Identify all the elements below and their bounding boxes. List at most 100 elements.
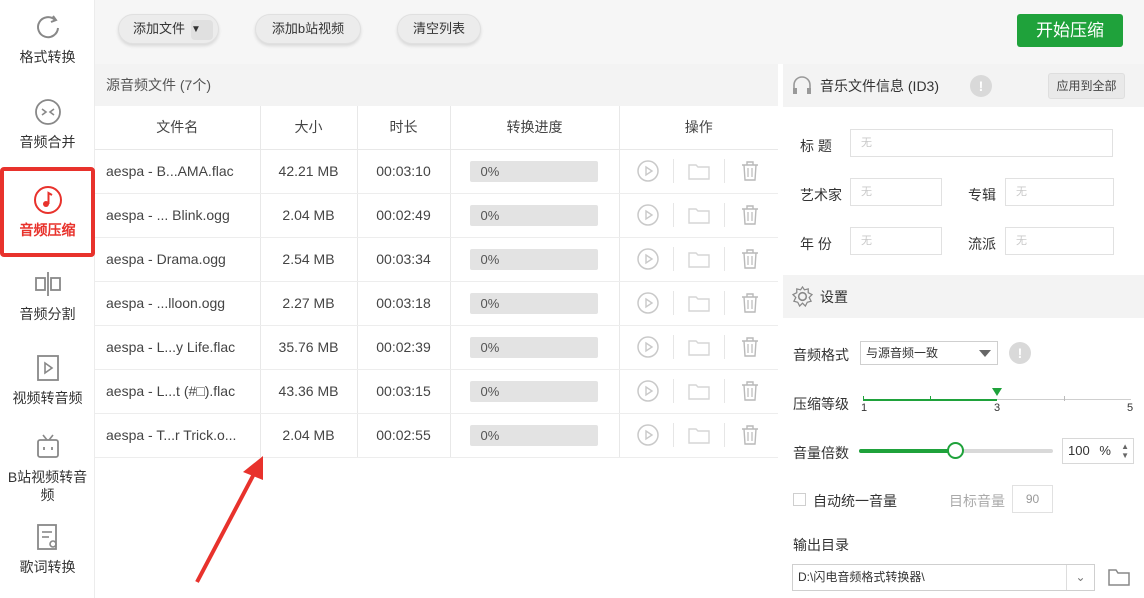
level-min-label: 1: [861, 402, 868, 414]
actions-cell: [619, 413, 778, 458]
chevron-down-icon[interactable]: ▼: [191, 19, 214, 40]
year-field[interactable]: 无: [850, 227, 942, 255]
file-name-cell: aespa - L...t (#□).flac: [95, 369, 261, 414]
file-duration-cell: 00:02:55: [357, 413, 451, 458]
file-size-cell: 43.36 MB: [260, 369, 358, 414]
progress-bar: 0%: [469, 248, 598, 270]
table-row[interactable]: aespa - L...y Life.flac 35.76 MB 00:02:3…: [95, 325, 778, 370]
output-dir-value: D:\闪电音频格式转换器\: [798, 570, 925, 584]
album-field[interactable]: 无: [1005, 178, 1114, 206]
table-row[interactable]: aespa - B...AMA.flac 42.21 MB 00:03:10 0…: [95, 149, 778, 194]
split-icon: [34, 272, 61, 296]
genre-field[interactable]: 无: [1005, 227, 1114, 255]
trash-icon[interactable]: [738, 203, 762, 227]
trash-icon[interactable]: [738, 423, 762, 447]
apply-to-all-button[interactable]: 应用到全部: [1048, 73, 1125, 99]
table-row[interactable]: aespa - ... Blink.ogg 2.04 MB 00:02:49 0…: [95, 193, 778, 238]
toolbar: 添加文件 ▼ 添加b站视频 清空列表 开始压缩: [95, 0, 1144, 64]
sidebar-item-label: 歌词转换: [19, 559, 76, 575]
play-icon[interactable]: [636, 291, 660, 315]
sidebar-item-format-convert[interactable]: 格式转换: [0, 12, 95, 66]
add-bilibili-video-button[interactable]: 添加b站视频: [255, 14, 361, 44]
info-icon[interactable]: !: [1009, 342, 1031, 364]
folder-icon[interactable]: [1107, 565, 1131, 589]
play-icon[interactable]: [636, 159, 660, 183]
actions-cell: [619, 237, 778, 282]
progress-cell: 0%: [450, 325, 620, 370]
folder-icon[interactable]: [687, 247, 711, 271]
title-label: 标 题: [800, 138, 832, 154]
progress-bar: 0%: [469, 380, 598, 402]
sidebar-item-audio-split[interactable]: 音频分割: [0, 269, 95, 323]
file-size-cell: 2.27 MB: [260, 281, 358, 326]
play-icon[interactable]: [636, 423, 660, 447]
auto-volume-checkbox[interactable]: [793, 493, 806, 506]
start-compress-button[interactable]: 开始压缩: [1017, 14, 1123, 47]
column-header-actions: 操作: [619, 106, 778, 150]
progress-bar: 0%: [469, 292, 598, 314]
folder-icon[interactable]: [687, 203, 711, 227]
target-volume-label: 目标音量: [949, 493, 1005, 509]
play-icon[interactable]: [636, 335, 660, 359]
volume-value: 100: [1068, 443, 1090, 458]
progress-bar: 0%: [469, 336, 598, 358]
add-file-label: 添加文件: [133, 21, 186, 36]
merge-icon: [34, 99, 61, 125]
volume-unit: %: [1099, 443, 1111, 458]
sidebar-item-audio-compress[interactable]: 音频压缩: [0, 167, 95, 257]
compression-level-label: 压缩等级: [793, 396, 849, 412]
volume-slider[interactable]: [859, 441, 1053, 461]
trash-icon[interactable]: [738, 159, 762, 183]
file-size-cell: 35.76 MB: [260, 325, 358, 370]
folder-icon[interactable]: [687, 159, 711, 183]
table-row[interactable]: aespa - ...lloon.ogg 2.27 MB 00:03:18 0%: [95, 281, 778, 326]
folder-icon[interactable]: [687, 423, 711, 447]
video-icon: [36, 355, 59, 381]
stepper-arrows-icon[interactable]: ▲ ▼: [1121, 442, 1129, 460]
trash-icon[interactable]: [738, 291, 762, 315]
progress-cell: 0%: [450, 281, 620, 326]
artist-field[interactable]: 无: [850, 178, 942, 206]
genre-label: 流派: [968, 236, 996, 252]
trash-icon[interactable]: [738, 247, 762, 271]
action-divider: [723, 423, 725, 447]
progress-bar: 0%: [469, 424, 598, 446]
level-thumb[interactable]: [992, 388, 1002, 396]
table-row[interactable]: aespa - L...t (#□).flac 43.36 MB 00:03:1…: [95, 369, 778, 414]
clear-list-button[interactable]: 清空列表: [397, 14, 481, 44]
level-value-label: 3: [994, 402, 1001, 414]
album-label: 专辑: [968, 187, 996, 203]
target-volume-field[interactable]: 90: [1012, 485, 1053, 513]
compression-level-slider[interactable]: 1 3 5: [861, 386, 1133, 416]
folder-icon[interactable]: [687, 291, 711, 315]
add-file-button[interactable]: 添加文件 ▼: [118, 14, 219, 44]
format-select[interactable]: 与源音频一致: [860, 341, 998, 365]
sidebar-item-video-to-audio[interactable]: 视频转音频: [0, 353, 95, 407]
table-row[interactable]: aespa - Drama.ogg 2.54 MB 00:03:34 0%: [95, 237, 778, 282]
play-icon[interactable]: [636, 203, 660, 227]
action-divider: [723, 159, 725, 183]
gear-icon: [792, 286, 813, 307]
action-divider: [672, 379, 674, 403]
volume-stepper[interactable]: 100 % ▲ ▼: [1062, 438, 1134, 464]
info-icon[interactable]: !: [970, 75, 992, 97]
trash-icon[interactable]: [738, 335, 762, 359]
table-header-row: 文件名 大小 时长 转换进度 操作: [95, 106, 778, 150]
sidebar-item-lyrics-convert[interactable]: 歌词转换: [0, 522, 95, 576]
folder-icon[interactable]: [687, 379, 711, 403]
play-icon[interactable]: [636, 247, 660, 271]
right-panel: 音乐文件信息 (ID3) ! 应用到全部 标 题 无 艺术家 无 专辑 无 年 …: [783, 64, 1144, 598]
actions-cell: [619, 149, 778, 194]
volume-thumb[interactable]: [947, 442, 964, 459]
sidebar-item-label: B站视频转音频: [7, 469, 88, 503]
sidebar-item-audio-merge[interactable]: 音频合并: [0, 97, 95, 151]
sidebar-item-bilibili-to-audio[interactable]: B站视频转音频: [0, 432, 95, 504]
folder-icon[interactable]: [687, 335, 711, 359]
clear-list-label: 清空列表: [412, 21, 465, 36]
trash-icon[interactable]: [738, 379, 762, 403]
file-name-cell: aespa - ... Blink.ogg: [95, 193, 261, 238]
play-icon[interactable]: [636, 379, 660, 403]
title-field[interactable]: 无: [850, 129, 1113, 157]
output-dir-select[interactable]: D:\闪电音频格式转换器\ ⌄: [792, 564, 1095, 591]
headphones-icon: [793, 76, 811, 94]
